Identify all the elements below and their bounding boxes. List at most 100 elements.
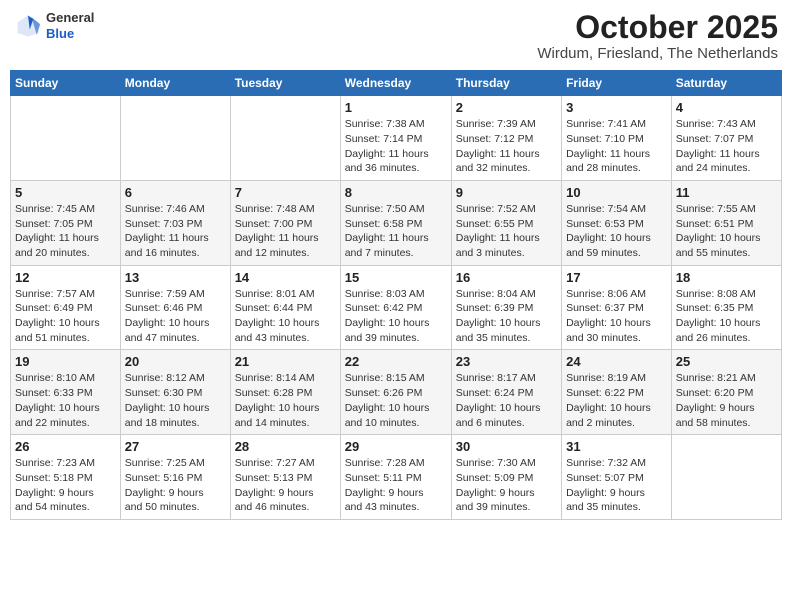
day-number: 15	[345, 270, 447, 285]
day-number: 2	[456, 100, 557, 115]
calendar-cell: 8 Sunrise: 7:50 AM Sunset: 6:58 PM Daylig…	[340, 180, 451, 265]
calendar-week-row: 26Sunrise: 7:23 AM Sunset: 5:18 PM Dayli…	[11, 435, 782, 520]
calendar-cell: 18 Sunrise: 8:08 AM Sunset: 6:35 PM Dayli…	[671, 265, 781, 350]
calendar-cell: 24Sunrise: 8:19 AM Sunset: 6:22 PM Dayli…	[562, 350, 672, 435]
calendar-cell: 5 Sunrise: 7:45 AM Sunset: 7:05 PM Daylig…	[11, 180, 121, 265]
calendar-cell: 19 Sunrise: 8:10 AM Sunset: 6:33 PM Dayli…	[11, 350, 121, 435]
logo-icon	[14, 12, 42, 40]
day-number: 13	[125, 270, 226, 285]
day-info: Sunrise: 8:06 AM Sunset: 6:37 PM Dayligh…	[566, 287, 667, 346]
weekday-header-row: SundayMondayTuesdayWednesdayThursdayFrid…	[11, 71, 782, 96]
calendar-cell: 31Sunrise: 7:32 AM Sunset: 5:07 PM Dayli…	[562, 435, 672, 520]
day-number: 14	[235, 270, 336, 285]
title-area: October 2025 Wirdum, Friesland, The Neth…	[537, 10, 778, 62]
day-info: Sunrise: 7:48 AM Sunset: 7:00 PM Dayligh…	[235, 202, 336, 261]
calendar-cell: 6 Sunrise: 7:46 AM Sunset: 7:03 PM Daylig…	[120, 180, 230, 265]
day-info: Sunrise: 7:41 AM Sunset: 7:10 PM Dayligh…	[566, 117, 667, 176]
calendar-cell	[671, 435, 781, 520]
calendar-cell: 20Sunrise: 8:12 AM Sunset: 6:30 PM Dayli…	[120, 350, 230, 435]
calendar-week-row: 5 Sunrise: 7:45 AM Sunset: 7:05 PM Daylig…	[11, 180, 782, 265]
day-number: 30	[456, 439, 557, 454]
day-number: 19	[15, 354, 116, 369]
day-info: Sunrise: 8:10 AM Sunset: 6:33 PM Dayligh…	[15, 371, 116, 430]
logo-text: General Blue	[46, 10, 94, 41]
day-number: 23	[456, 354, 557, 369]
day-number: 5	[15, 185, 116, 200]
day-number: 9	[456, 185, 557, 200]
calendar-cell: 28 Sunrise: 7:27 AM Sunset: 5:13 PM Dayli…	[230, 435, 340, 520]
weekday-header: Saturday	[671, 71, 781, 96]
subtitle: Wirdum, Friesland, The Netherlands	[537, 45, 778, 62]
day-number: 17	[566, 270, 667, 285]
calendar-table: SundayMondayTuesdayWednesdayThursdayFrid…	[10, 70, 782, 520]
day-info: Sunrise: 7:38 AM Sunset: 7:14 PM Dayligh…	[345, 117, 447, 176]
day-info: Sunrise: 8:01 AM Sunset: 6:44 PM Dayligh…	[235, 287, 336, 346]
calendar-cell: 3 Sunrise: 7:41 AM Sunset: 7:10 PM Daylig…	[562, 96, 672, 181]
day-info: Sunrise: 8:15 AM Sunset: 6:26 PM Dayligh…	[345, 371, 447, 430]
day-info: Sunrise: 8:17 AM Sunset: 6:24 PM Dayligh…	[456, 371, 557, 430]
day-info: Sunrise: 7:27 AM Sunset: 5:13 PM Dayligh…	[235, 456, 336, 515]
day-number: 26	[15, 439, 116, 454]
calendar-cell: 27 Sunrise: 7:25 AM Sunset: 5:16 PM Dayli…	[120, 435, 230, 520]
day-info: Sunrise: 8:08 AM Sunset: 6:35 PM Dayligh…	[676, 287, 777, 346]
day-number: 18	[676, 270, 777, 285]
calendar-cell	[120, 96, 230, 181]
weekday-header: Tuesday	[230, 71, 340, 96]
weekday-header: Friday	[562, 71, 672, 96]
day-info: Sunrise: 7:25 AM Sunset: 5:16 PM Dayligh…	[125, 456, 226, 515]
logo-general: General	[46, 10, 94, 26]
day-number: 1	[345, 100, 447, 115]
calendar-cell: 10 Sunrise: 7:54 AM Sunset: 6:53 PM Dayli…	[562, 180, 672, 265]
day-number: 4	[676, 100, 777, 115]
day-info: Sunrise: 7:59 AM Sunset: 6:46 PM Dayligh…	[125, 287, 226, 346]
day-info: Sunrise: 7:32 AM Sunset: 5:07 PM Dayligh…	[566, 456, 667, 515]
day-info: Sunrise: 7:28 AM Sunset: 5:11 PM Dayligh…	[345, 456, 447, 515]
day-number: 27	[125, 439, 226, 454]
weekday-header: Thursday	[451, 71, 561, 96]
calendar-cell: 30 Sunrise: 7:30 AM Sunset: 5:09 PM Dayli…	[451, 435, 561, 520]
day-info: Sunrise: 7:43 AM Sunset: 7:07 PM Dayligh…	[676, 117, 777, 176]
day-info: Sunrise: 8:14 AM Sunset: 6:28 PM Dayligh…	[235, 371, 336, 430]
calendar-cell: 25Sunrise: 8:21 AM Sunset: 6:20 PM Dayli…	[671, 350, 781, 435]
calendar-cell: 12Sunrise: 7:57 AM Sunset: 6:49 PM Dayli…	[11, 265, 121, 350]
calendar-cell	[11, 96, 121, 181]
day-number: 8	[345, 185, 447, 200]
day-number: 6	[125, 185, 226, 200]
day-info: Sunrise: 7:46 AM Sunset: 7:03 PM Dayligh…	[125, 202, 226, 261]
day-info: Sunrise: 7:30 AM Sunset: 5:09 PM Dayligh…	[456, 456, 557, 515]
logo-blue: Blue	[46, 26, 94, 42]
calendar-cell: 4 Sunrise: 7:43 AM Sunset: 7:07 PM Daylig…	[671, 96, 781, 181]
day-info: Sunrise: 7:57 AM Sunset: 6:49 PM Dayligh…	[15, 287, 116, 346]
day-info: Sunrise: 7:50 AM Sunset: 6:58 PM Dayligh…	[345, 202, 447, 261]
calendar-cell: 2 Sunrise: 7:39 AM Sunset: 7:12 PM Daylig…	[451, 96, 561, 181]
calendar-cell: 23 Sunrise: 8:17 AM Sunset: 6:24 PM Dayli…	[451, 350, 561, 435]
weekday-header: Sunday	[11, 71, 121, 96]
day-info: Sunrise: 7:45 AM Sunset: 7:05 PM Dayligh…	[15, 202, 116, 261]
day-number: 3	[566, 100, 667, 115]
calendar-cell: 16Sunrise: 8:04 AM Sunset: 6:39 PM Dayli…	[451, 265, 561, 350]
calendar-cell: 13 Sunrise: 7:59 AM Sunset: 6:46 PM Dayli…	[120, 265, 230, 350]
day-number: 7	[235, 185, 336, 200]
calendar-cell: 14 Sunrise: 8:01 AM Sunset: 6:44 PM Dayli…	[230, 265, 340, 350]
calendar-cell: 7 Sunrise: 7:48 AM Sunset: 7:00 PM Daylig…	[230, 180, 340, 265]
day-info: Sunrise: 8:19 AM Sunset: 6:22 PM Dayligh…	[566, 371, 667, 430]
weekday-header: Monday	[120, 71, 230, 96]
page-header: General Blue October 2025 Wirdum, Friesl…	[10, 10, 782, 62]
day-info: Sunrise: 7:54 AM Sunset: 6:53 PM Dayligh…	[566, 202, 667, 261]
calendar-cell: 1 Sunrise: 7:38 AM Sunset: 7:14 PM Daylig…	[340, 96, 451, 181]
weekday-header: Wednesday	[340, 71, 451, 96]
calendar-cell: 11Sunrise: 7:55 AM Sunset: 6:51 PM Dayli…	[671, 180, 781, 265]
day-number: 10	[566, 185, 667, 200]
day-info: Sunrise: 7:39 AM Sunset: 7:12 PM Dayligh…	[456, 117, 557, 176]
day-info: Sunrise: 8:12 AM Sunset: 6:30 PM Dayligh…	[125, 371, 226, 430]
calendar-week-row: 19 Sunrise: 8:10 AM Sunset: 6:33 PM Dayli…	[11, 350, 782, 435]
day-number: 29	[345, 439, 447, 454]
main-title: October 2025	[537, 10, 778, 45]
calendar-cell: 15Sunrise: 8:03 AM Sunset: 6:42 PM Dayli…	[340, 265, 451, 350]
day-number: 16	[456, 270, 557, 285]
day-number: 28	[235, 439, 336, 454]
day-info: Sunrise: 7:52 AM Sunset: 6:55 PM Dayligh…	[456, 202, 557, 261]
calendar-week-row: 1 Sunrise: 7:38 AM Sunset: 7:14 PM Daylig…	[11, 96, 782, 181]
day-number: 21	[235, 354, 336, 369]
day-number: 22	[345, 354, 447, 369]
